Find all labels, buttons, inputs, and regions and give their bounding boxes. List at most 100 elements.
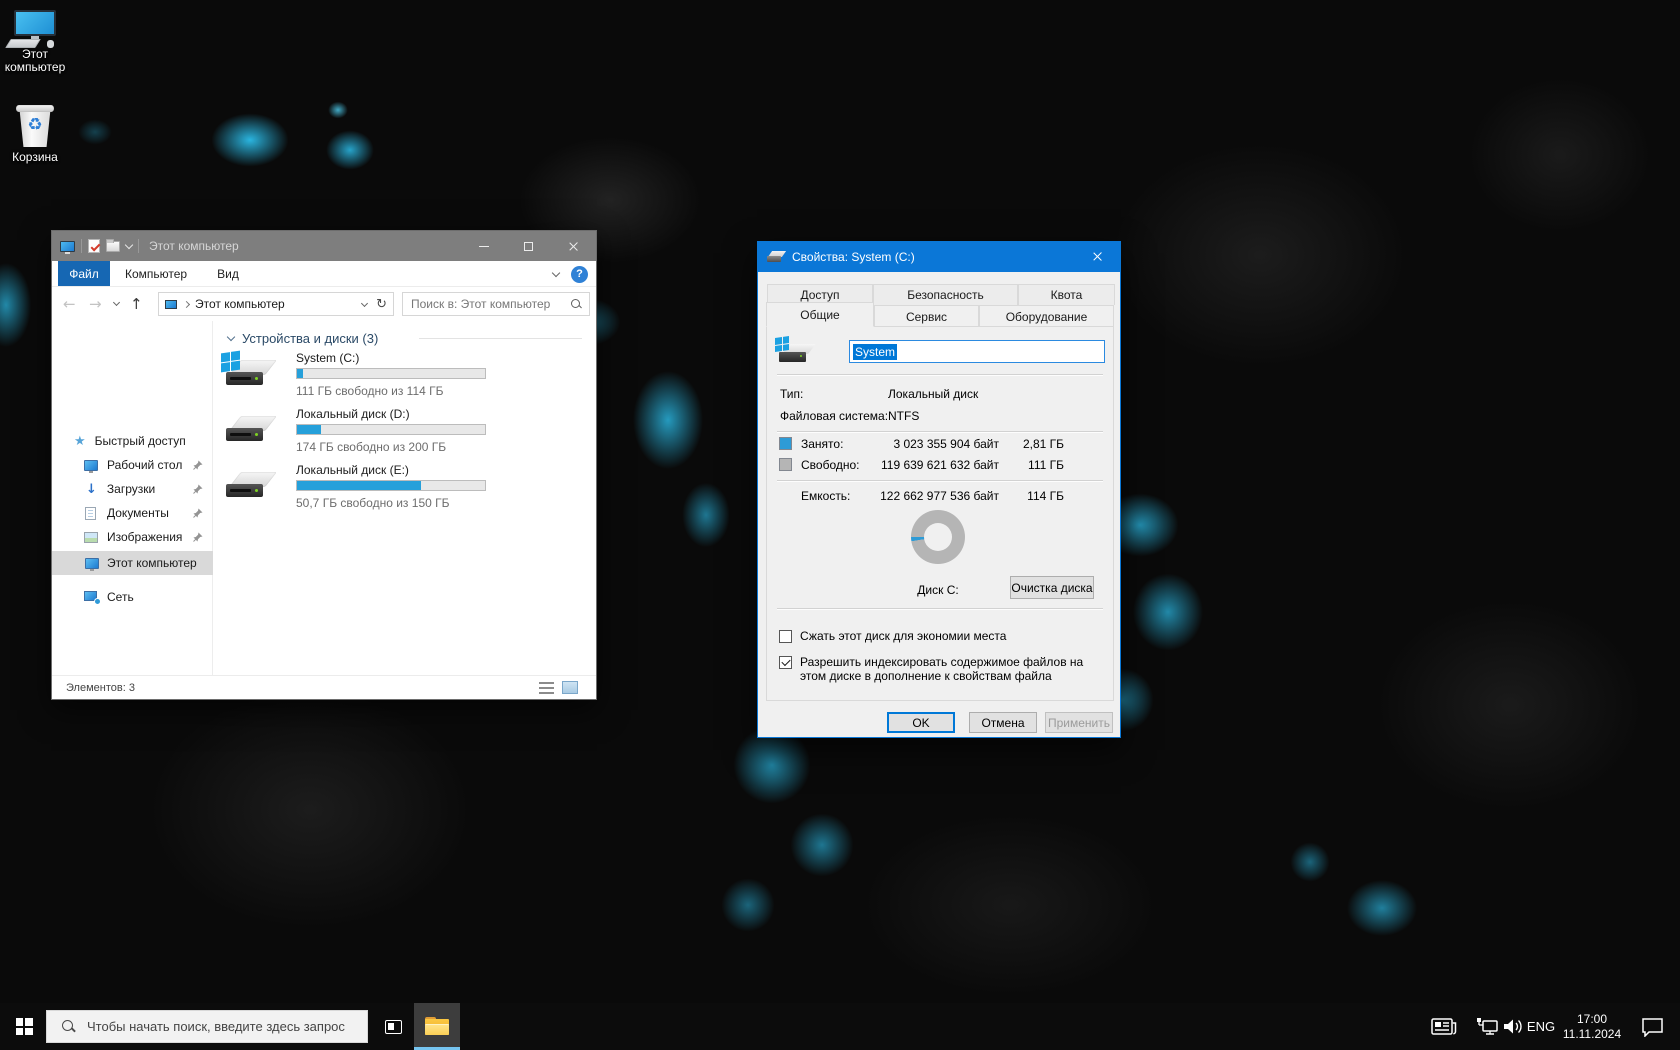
tab-security[interactable]: Безопасность bbox=[873, 284, 1018, 305]
task-view-icon bbox=[384, 1019, 402, 1034]
compress-drive-label: Сжать этот диск для экономии места bbox=[800, 629, 1007, 643]
breadcrumb-chevron-icon[interactable] bbox=[182, 300, 191, 308]
cancel-button[interactable]: Отмена bbox=[969, 712, 1037, 733]
apply-button[interactable]: Применить bbox=[1045, 712, 1113, 733]
help-icon[interactable]: ? bbox=[571, 265, 588, 283]
recycle-bin-icon: ♻ bbox=[15, 105, 55, 147]
explorer-content: Устройства и диски (3) System (C:) 111 Г… bbox=[214, 321, 596, 675]
sidebar-item-this-pc[interactable]: Этот компьютер bbox=[52, 551, 213, 575]
properties-dialog: Свойства: System (C:) Доступ Безопасност… bbox=[757, 241, 1121, 738]
dialog-titlebar[interactable]: Свойства: System (C:) bbox=[758, 242, 1120, 272]
taskbar-search-input[interactable] bbox=[47, 1011, 367, 1042]
sidebar-item-desktop[interactable]: Рабочий стол bbox=[52, 453, 213, 477]
desktop-icon-label: Этот компьютер bbox=[4, 47, 66, 74]
menu-file[interactable]: Файл bbox=[58, 261, 110, 286]
star-icon: ★ bbox=[74, 433, 86, 449]
sidebar-item-quick-access[interactable]: ★ Быстрый доступ bbox=[52, 429, 213, 453]
drive-name: System (C:) bbox=[296, 351, 360, 365]
used-label: Занято: bbox=[801, 437, 844, 451]
news-widget-button[interactable] bbox=[1428, 1003, 1460, 1050]
volume-name-input[interactable]: System bbox=[849, 340, 1105, 363]
free-bytes: 119 639 621 632 байт bbox=[880, 458, 999, 472]
explorer-navbar: ← → ↑ Этот компьютер ↻ bbox=[52, 287, 596, 321]
explorer-search-box[interactable] bbox=[402, 292, 590, 316]
taskbar-search-box[interactable] bbox=[46, 1010, 368, 1043]
task-view-button[interactable] bbox=[370, 1003, 416, 1050]
compress-drive-checkbox[interactable] bbox=[779, 630, 792, 643]
sidebar-item-documents[interactable]: Документы bbox=[52, 501, 213, 525]
recent-locations-chevron-icon[interactable] bbox=[112, 298, 121, 307]
customize-toolbar-chevron-icon[interactable] bbox=[124, 240, 134, 250]
menu-computer[interactable]: Компьютер bbox=[110, 261, 202, 286]
address-dropdown-chevron-icon[interactable] bbox=[361, 299, 369, 307]
drive-name: Локальный диск (E:) bbox=[296, 463, 409, 477]
close-icon bbox=[1092, 251, 1103, 262]
disk-cleanup-button[interactable]: Очистка диска bbox=[1010, 576, 1094, 599]
details-view-icon[interactable] bbox=[539, 682, 554, 694]
refresh-icon[interactable]: ↻ bbox=[376, 297, 387, 312]
taskbar-clock[interactable]: 17:00 11.11.2024 bbox=[1552, 1003, 1632, 1050]
desktop-icon-recycle-bin[interactable]: ♻ Корзина bbox=[1, 105, 69, 164]
file-explorer-taskbar-button[interactable] bbox=[414, 1003, 460, 1050]
ok-button[interactable]: OK bbox=[887, 712, 955, 733]
computer-icon bbox=[165, 299, 177, 309]
capacity-bytes: 122 662 977 536 байт bbox=[880, 489, 999, 503]
tab-quota[interactable]: Квота bbox=[1018, 284, 1115, 305]
used-bytes: 3 023 355 904 байт bbox=[893, 437, 999, 451]
sidebar-item-pictures[interactable]: Изображения bbox=[52, 525, 213, 549]
allow-indexing-checkbox[interactable] bbox=[779, 656, 792, 669]
group-header-devices-and-drives[interactable]: Устройства и диски (3) bbox=[226, 331, 378, 346]
minimize-icon bbox=[478, 245, 489, 247]
start-button[interactable] bbox=[0, 1003, 48, 1050]
filesystem-label: Файловая система: bbox=[780, 409, 889, 423]
item-count: Элементов: 3 bbox=[66, 681, 135, 694]
desktop-icon-this-pc[interactable]: Этот компьютер bbox=[1, 10, 69, 74]
sidebar-item-label: Рабочий стол bbox=[107, 458, 183, 472]
dialog-close-button[interactable] bbox=[1075, 242, 1120, 271]
explorer-titlebar[interactable]: Этот компьютер bbox=[52, 231, 596, 261]
drive-item-e[interactable]: Локальный диск (E:) 50,7 ГБ свободно из … bbox=[226, 463, 566, 515]
action-center-button[interactable] bbox=[1636, 1003, 1668, 1050]
drive-usage-bar bbox=[296, 424, 486, 435]
collapse-group-chevron-icon[interactable] bbox=[226, 332, 236, 342]
up-icon[interactable]: ↑ bbox=[130, 296, 143, 312]
tab-tools[interactable]: Сервис bbox=[874, 305, 979, 327]
separator bbox=[777, 480, 1103, 482]
desktop: { "desktop": { "icons": [ {"label": "Это… bbox=[0, 0, 1680, 1050]
drive-item-d[interactable]: Локальный диск (D:) 174 ГБ свободно из 2… bbox=[226, 407, 566, 459]
sidebar-item-downloads[interactable]: ↓ Загрузки bbox=[52, 477, 213, 501]
action-center-icon bbox=[1641, 1017, 1663, 1037]
tab-general[interactable]: Общие bbox=[766, 302, 874, 327]
menu-view[interactable]: Вид bbox=[202, 261, 254, 286]
forward-icon[interactable]: → bbox=[89, 296, 102, 312]
sidebar-item-label: Загрузки bbox=[106, 482, 156, 496]
clock-date: 11.11.2024 bbox=[1562, 1026, 1622, 1041]
drive-item-c[interactable]: System (C:) 111 ГБ свободно из 114 ГБ bbox=[221, 350, 566, 403]
address-bar[interactable]: Этот компьютер ↻ bbox=[158, 292, 394, 316]
explorer-window: Этот компьютер Файл Компьютер Вид ? ← → … bbox=[51, 230, 597, 700]
separator bbox=[81, 239, 82, 253]
thumbnails-view-icon[interactable] bbox=[562, 681, 578, 694]
windows-logo-icon bbox=[221, 350, 240, 373]
network-button[interactable] bbox=[1474, 1003, 1502, 1050]
free-space-swatch bbox=[779, 458, 792, 471]
minimize-button[interactable] bbox=[461, 231, 506, 261]
back-icon[interactable]: ← bbox=[63, 296, 76, 312]
sidebar-item-label: Документы bbox=[107, 506, 169, 520]
properties-icon[interactable] bbox=[88, 239, 100, 253]
used-space-swatch bbox=[779, 437, 792, 450]
maximize-button[interactable] bbox=[506, 231, 551, 261]
explorer-search-input[interactable] bbox=[403, 293, 589, 315]
volume-button[interactable] bbox=[1500, 1003, 1526, 1050]
document-icon bbox=[85, 506, 96, 520]
type-label: Тип: bbox=[780, 387, 804, 401]
sidebar-item-network[interactable]: Сеть bbox=[52, 585, 213, 609]
pin-icon bbox=[193, 532, 203, 542]
expand-ribbon-chevron-icon[interactable] bbox=[551, 268, 561, 277]
tab-hardware[interactable]: Оборудование bbox=[979, 305, 1114, 327]
new-folder-icon[interactable] bbox=[106, 238, 120, 252]
close-button[interactable] bbox=[551, 231, 596, 261]
folder-icon bbox=[425, 1017, 449, 1035]
used-size: 2,81 ГБ bbox=[1022, 437, 1064, 451]
breadcrumb[interactable]: Этот компьютер bbox=[195, 297, 362, 311]
